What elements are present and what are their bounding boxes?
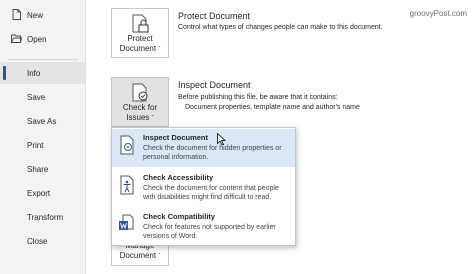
check-for-issues-button[interactable]: Check for Issues ˇ bbox=[111, 77, 169, 127]
protect-button-line1: Protect bbox=[127, 34, 153, 43]
sidebar-item-label: Transform bbox=[27, 212, 64, 222]
sidebar-item-print[interactable]: Print bbox=[0, 134, 86, 156]
mouse-cursor-icon bbox=[217, 133, 226, 146]
menu-item-description: Check the document for content that peop… bbox=[143, 185, 279, 201]
menu-item-title: Check Compatibility bbox=[143, 212, 216, 221]
folder-open-icon bbox=[11, 34, 22, 43]
protect-description: Control what types of changes people can… bbox=[178, 24, 383, 31]
sidebar-item-label: Save bbox=[27, 92, 46, 102]
new-document-icon bbox=[12, 9, 21, 20]
sidebar-item-label: Print bbox=[27, 140, 44, 150]
inspect-properties: Document properties, template name and a… bbox=[185, 104, 360, 111]
accessibility-icon bbox=[120, 175, 134, 195]
sidebar-item-export[interactable]: Export bbox=[0, 182, 86, 204]
compatibility-icon bbox=[119, 214, 134, 230]
sidebar-item-transform[interactable]: Transform bbox=[0, 206, 86, 228]
sidebar-item-label: Export bbox=[27, 188, 51, 198]
inspect-description: Before publishing this file, be aware th… bbox=[178, 94, 338, 101]
sidebar-item-save[interactable]: Save bbox=[0, 86, 86, 108]
watermark: groovyPost.com bbox=[409, 9, 467, 18]
sidebar-item-share[interactable]: Share bbox=[0, 158, 86, 180]
sidebar-item-open[interactable]: Open bbox=[0, 28, 86, 50]
protect-document-button[interactable]: Protect Document ˇ bbox=[111, 8, 169, 58]
sidebar-item-label: Open bbox=[27, 34, 47, 44]
protect-button-line2: Document ˇ bbox=[119, 44, 161, 53]
manage-button-line2: Document ˇ bbox=[119, 251, 161, 260]
sidebar-item-info[interactable]: Info bbox=[0, 62, 86, 84]
menu-item-check-accessibility[interactable]: Check Accessibility Check the document f… bbox=[112, 169, 295, 207]
check-document-icon bbox=[132, 83, 148, 102]
menu-item-check-compatibility[interactable]: Check Compatibility Check for features n… bbox=[112, 208, 295, 246]
chevron-down-icon: ˇ bbox=[158, 47, 161, 53]
sidebar-item-save-as[interactable]: Save As bbox=[0, 110, 86, 132]
sidebar-item-label: Share bbox=[27, 164, 49, 174]
backstage-sidebar: New Open Info Save Save As Print Share E… bbox=[0, 0, 86, 274]
issues-button-line1: Check for bbox=[122, 103, 158, 112]
sidebar-item-close[interactable]: Close bbox=[0, 230, 86, 252]
issues-button-line2: Issues ˇ bbox=[126, 113, 154, 122]
menu-item-title: Check Accessibility bbox=[143, 173, 214, 182]
sidebar-item-label: Info bbox=[27, 68, 41, 78]
sidebar-divider bbox=[8, 59, 78, 60]
active-indicator bbox=[3, 66, 6, 80]
menu-item-title: Inspect Document bbox=[143, 133, 209, 142]
lock-document-icon bbox=[132, 14, 149, 33]
chevron-down-icon: ˇ bbox=[151, 116, 154, 122]
sidebar-item-label: New bbox=[27, 10, 44, 20]
menu-item-inspect-document[interactable]: Inspect Document Check the document for … bbox=[112, 129, 295, 167]
sidebar-item-new[interactable]: New bbox=[0, 4, 86, 26]
sidebar-item-label: Save As bbox=[27, 116, 57, 126]
inspect-icon bbox=[120, 135, 134, 155]
protect-title: Protect Document bbox=[178, 11, 251, 21]
backstage-view: New Open Info Save Save As Print Share E… bbox=[0, 0, 474, 274]
chevron-down-icon: ˇ bbox=[158, 254, 161, 260]
menu-item-description: Check for features not supported by earl… bbox=[143, 224, 276, 240]
inspect-title: Inspect Document bbox=[178, 80, 251, 90]
menu-item-description: Check the document for hidden properties… bbox=[143, 145, 282, 161]
sidebar-item-label: Close bbox=[27, 236, 48, 246]
check-for-issues-menu: Inspect Document Check the document for … bbox=[111, 127, 296, 246]
